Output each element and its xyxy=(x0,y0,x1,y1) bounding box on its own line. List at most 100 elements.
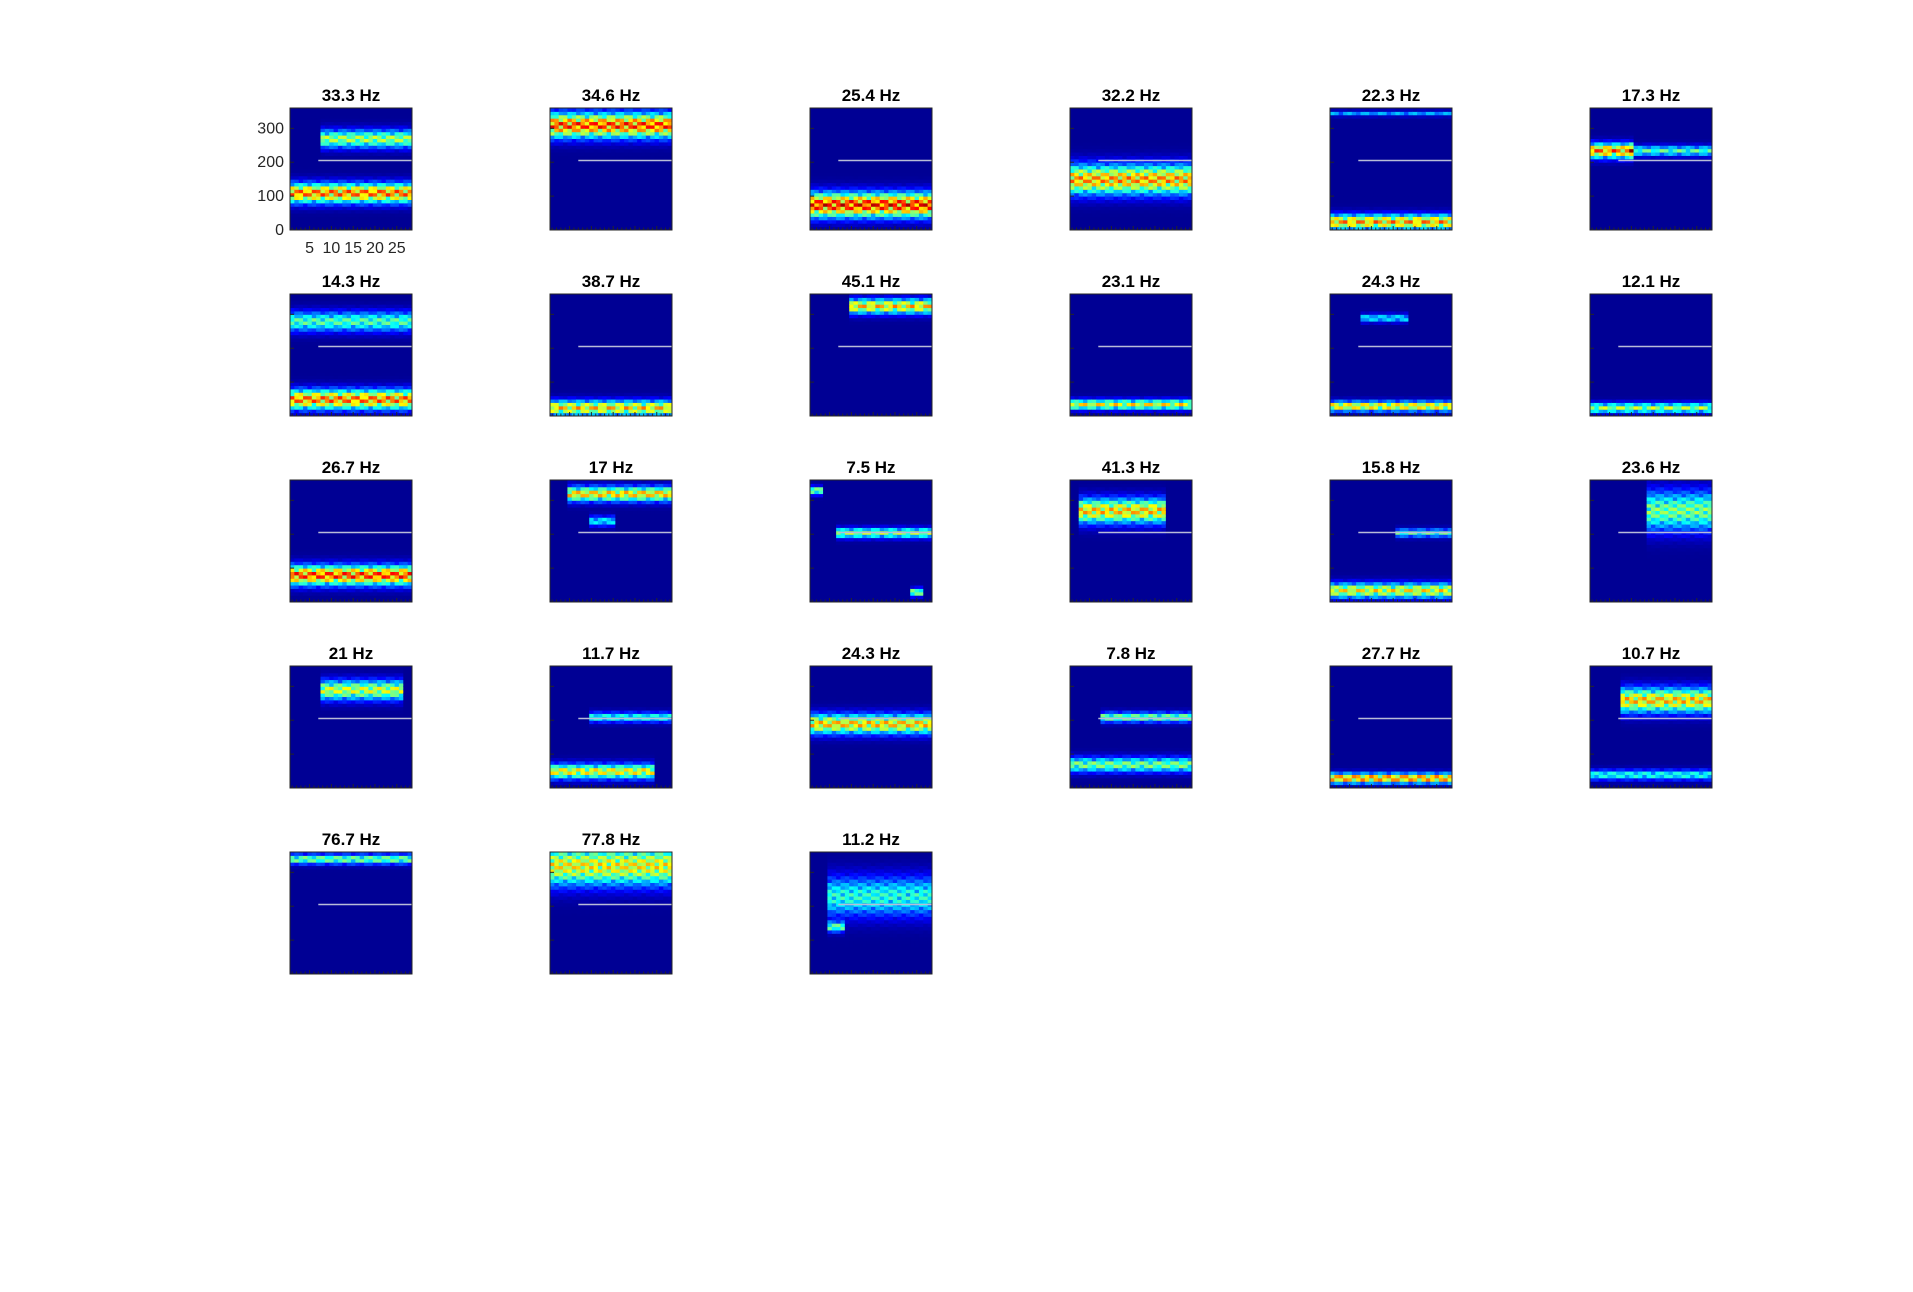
heatmap-cell xyxy=(602,111,607,115)
heatmap-cell xyxy=(338,166,343,170)
heatmap-cell xyxy=(884,186,889,190)
heatmap-cell xyxy=(624,206,629,210)
heatmap-cell xyxy=(598,145,603,149)
heatmap-cell xyxy=(827,159,832,163)
heatmap-cell xyxy=(312,200,317,204)
heatmap-cell xyxy=(386,125,391,129)
heatmap-cell xyxy=(347,183,352,187)
heatmap-cell xyxy=(351,210,356,214)
heatmap-cell xyxy=(554,176,559,180)
heatmap-cell xyxy=(290,122,295,126)
heatmap-cell xyxy=(893,149,898,153)
heatmap-cell xyxy=(897,135,902,139)
heatmap-cell xyxy=(607,139,612,143)
heatmap-cell xyxy=(403,128,408,132)
heatmap-cell xyxy=(342,203,347,207)
heatmap-cell xyxy=(871,125,876,129)
heatmap-cell xyxy=(576,196,581,200)
heatmap-cell xyxy=(646,162,651,166)
heatmap-cell xyxy=(650,122,655,126)
heatmap-cell xyxy=(867,166,872,170)
heatmap-cell xyxy=(910,155,915,159)
heatmap-cell xyxy=(624,162,629,166)
heatmap-cell xyxy=(897,152,902,156)
heatmap-cell xyxy=(299,183,304,187)
heatmap-cell xyxy=(832,186,837,190)
heatmap-cell xyxy=(646,213,651,217)
heatmap-cell xyxy=(316,179,321,183)
heatmap-cell xyxy=(563,115,568,119)
heatmap-cell xyxy=(858,176,863,180)
heatmap-cell xyxy=(620,172,625,176)
heatmap-cell xyxy=(554,196,559,200)
heatmap-cell xyxy=(290,172,295,176)
heatmap-cell xyxy=(611,220,616,224)
heatmap-cell xyxy=(906,149,911,153)
heatmap-cell xyxy=(854,213,859,217)
heatmap-cell xyxy=(581,118,586,122)
heatmap-cell xyxy=(845,216,850,220)
heatmap-cell xyxy=(594,213,599,217)
heatmap-cell xyxy=(598,186,603,190)
heatmap-cell xyxy=(615,203,620,207)
heatmap-cell xyxy=(620,223,625,227)
heatmap-cell xyxy=(845,196,850,200)
heatmap-cell xyxy=(386,220,391,224)
heatmap-cell xyxy=(875,149,880,153)
heatmap-cell xyxy=(637,125,642,129)
heatmap-cell xyxy=(395,169,400,173)
heatmap-cell xyxy=(360,203,365,207)
heatmap-cell xyxy=(576,210,581,214)
heatmap-cell xyxy=(299,210,304,214)
heatmap-cell xyxy=(347,189,352,193)
heatmap-cell xyxy=(576,189,581,193)
heatmap-cell xyxy=(620,213,625,217)
heatmap-cell xyxy=(611,145,616,149)
heatmap-cell xyxy=(377,135,382,139)
heatmap-cell xyxy=(329,139,334,143)
heatmap-cell xyxy=(897,142,902,146)
heatmap-cell xyxy=(615,152,620,156)
heatmap-cell xyxy=(303,213,308,217)
heatmap-cell xyxy=(624,223,629,227)
heatmap-cell xyxy=(403,135,408,139)
heatmap-cell xyxy=(880,128,885,132)
heatmap-cell xyxy=(325,210,330,214)
heatmap-cell xyxy=(351,108,356,112)
heatmap-cell xyxy=(615,111,620,115)
heatmap-cell xyxy=(628,183,633,187)
heatmap-cell xyxy=(403,139,408,143)
heatmap-cell xyxy=(589,203,594,207)
heatmap-cell xyxy=(550,203,555,207)
heatmap-cell xyxy=(290,166,295,170)
heatmap-cell xyxy=(841,189,846,193)
heatmap-cell xyxy=(554,206,559,210)
heatmap-cell xyxy=(880,149,885,153)
heatmap-cell xyxy=(386,223,391,227)
heatmap-cell xyxy=(893,216,898,220)
heatmap-cell xyxy=(832,223,837,227)
heatmap-cell xyxy=(307,206,312,210)
heatmap-cell xyxy=(373,172,378,176)
heatmap-cell xyxy=(312,145,317,149)
heatmap-cell xyxy=(646,200,651,204)
heatmap-cell xyxy=(602,122,607,126)
heatmap-cell xyxy=(355,213,360,217)
heatmap-cell xyxy=(364,189,369,193)
heatmap-cell xyxy=(875,200,880,204)
heatmap-cell xyxy=(628,176,633,180)
heatmap-cell xyxy=(325,189,330,193)
heatmap-cell xyxy=(554,159,559,163)
heatmap-cell xyxy=(655,193,660,197)
heatmap-cell xyxy=(823,118,828,122)
heatmap-cell xyxy=(567,169,572,173)
heatmap-cell xyxy=(329,220,334,224)
heatmap-cell xyxy=(633,135,638,139)
heatmap-cell xyxy=(368,122,373,126)
heatmap-cell xyxy=(368,200,373,204)
heatmap-cell xyxy=(316,223,321,227)
heatmap-cell xyxy=(897,139,902,143)
heatmap-cell xyxy=(576,176,581,180)
heatmap-cell xyxy=(902,125,907,129)
heatmap-cell xyxy=(321,108,326,112)
